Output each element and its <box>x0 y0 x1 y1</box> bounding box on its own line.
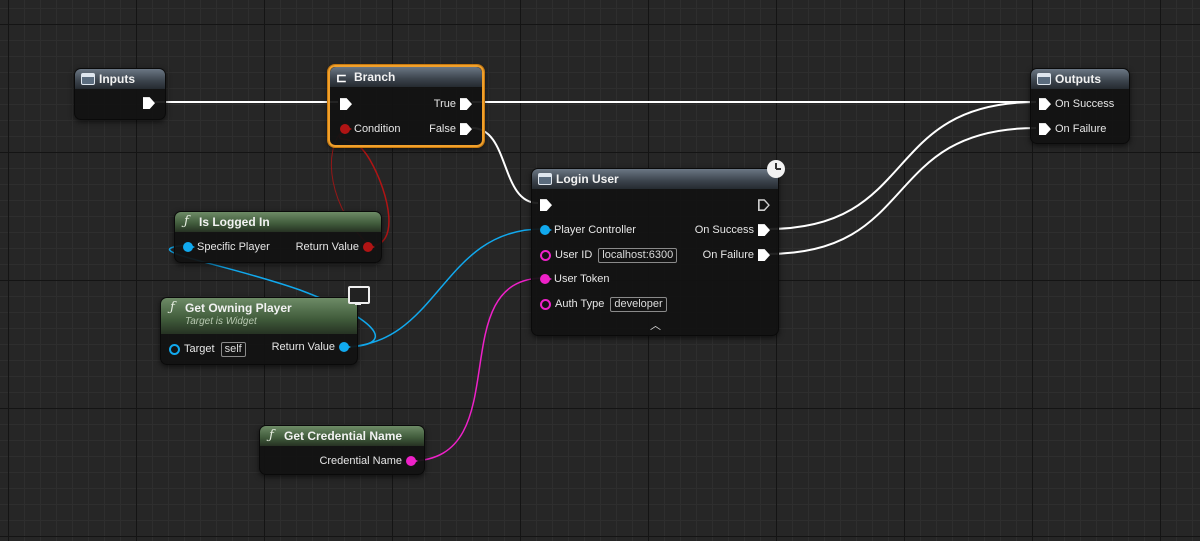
branch-false-row: False <box>425 121 472 137</box>
get-owning-player-return-label: Return Value <box>271 341 335 354</box>
login-success-row: On Success <box>691 222 770 238</box>
login-exec-in-row <box>540 197 552 213</box>
login-user-node-header[interactable]: Login User <box>532 169 778 189</box>
exec-in-pin[interactable] <box>340 98 352 111</box>
specific-player-label: Specific Player <box>197 241 270 254</box>
return-bool-pin[interactable] <box>363 242 375 253</box>
user-id-pin[interactable] <box>540 249 551 261</box>
condition-pin[interactable] <box>340 124 352 135</box>
outputs-failure-label: On Failure <box>1055 123 1107 136</box>
inputs-node-title: Inputs <box>99 72 135 86</box>
function-icon: ƒ <box>269 428 274 443</box>
branch-node[interactable]: ⊏ Branch True Condition False <box>328 65 484 147</box>
inputs-node-header[interactable]: Inputs <box>75 69 165 89</box>
outputs-success-label: On Success <box>1055 98 1115 111</box>
get-owning-player-node-header[interactable]: ƒ Get Owning Player Target is Widget <box>161 298 357 334</box>
return-object-pin[interactable] <box>339 342 351 353</box>
wire-login-failure-to-outputs-failure[interactable] <box>767 127 1037 255</box>
login-exec-out-row <box>758 197 770 213</box>
function-icon: ƒ <box>184 214 189 229</box>
login-user-node-title: Login User <box>556 172 619 186</box>
user-token-pin[interactable] <box>540 274 552 285</box>
user-id-label: User ID <box>555 249 593 262</box>
target-pin[interactable] <box>169 343 180 355</box>
branch-true-label: True <box>433 98 456 111</box>
login-success-label: On Success <box>694 224 754 237</box>
inputs-exec-out-pin-row <box>143 95 155 111</box>
branch-icon: ⊏ <box>336 70 347 85</box>
get-credential-name-node-header[interactable]: ƒ Get Credential Name <box>260 426 424 446</box>
get-credential-name-node-title: Get Credential Name <box>284 429 403 443</box>
node-exit-icon <box>1037 73 1051 85</box>
get-owning-player-return-row: Return Value <box>268 339 351 355</box>
credential-name-row: Credential Name <box>315 453 418 469</box>
is-logged-in-node-header[interactable]: ƒ Is Logged In <box>175 212 381 232</box>
outputs-node[interactable]: Outputs On Success On Failure <box>1030 68 1130 144</box>
exec-then-pin[interactable] <box>758 199 770 211</box>
is-logged-in-node-title: Is Logged In <box>199 215 270 229</box>
get-credential-name-node[interactable]: ƒ Get Credential Name Credential Name <box>259 425 425 475</box>
get-owning-player-node[interactable]: ƒ Get Owning Player Target is Widget Tar… <box>160 297 358 365</box>
exec-failure-in-pin[interactable] <box>1039 123 1051 136</box>
branch-true-row: True <box>430 96 472 112</box>
credential-name-label: Credential Name <box>319 455 402 468</box>
exec-false-pin[interactable] <box>460 123 472 136</box>
specific-player-pin[interactable] <box>183 242 195 253</box>
outputs-success-row: On Success <box>1039 96 1118 112</box>
auth-type-label: Auth Type <box>555 298 605 311</box>
login-user-node[interactable]: Login User Player Controller On Success … <box>531 168 779 336</box>
target-value: self <box>220 341 246 357</box>
inputs-node[interactable]: Inputs <box>74 68 166 120</box>
get-owning-player-node-title: Get Owning Player <box>185 301 292 315</box>
wire-login-success-to-outputs-success[interactable] <box>767 101 1037 230</box>
user-token-label: User Token <box>554 273 610 286</box>
exec-in-pin[interactable] <box>540 199 552 212</box>
function-node-icon <box>538 173 552 185</box>
is-logged-in-return-label: Return Value <box>295 241 359 254</box>
player-controller-label: Player Controller <box>554 224 636 237</box>
login-user-id-row: User ID localhost:6300 <box>540 247 678 263</box>
login-auth-type-row: Auth Type developer <box>540 296 667 312</box>
login-player-controller-row: Player Controller <box>540 222 640 238</box>
outputs-node-title: Outputs <box>1055 72 1101 86</box>
user-id-input[interactable]: localhost:6300 <box>598 247 678 263</box>
outputs-node-header[interactable]: Outputs <box>1031 69 1129 89</box>
chevron-up-icon[interactable]: ︿ <box>650 317 661 333</box>
is-logged-in-node[interactable]: ƒ Is Logged In Specific Player Return Va… <box>174 211 382 263</box>
exec-true-pin[interactable] <box>460 98 472 111</box>
get-owning-player-target-row: Target self <box>169 341 246 357</box>
credential-name-pin[interactable] <box>406 456 418 467</box>
auth-type-input[interactable]: developer <box>610 296 667 312</box>
is-logged-in-return-row: Return Value <box>292 239 375 255</box>
branch-condition-row: Condition <box>340 121 404 137</box>
exec-out-pin[interactable] <box>143 97 155 110</box>
function-icon: ƒ <box>170 300 175 315</box>
login-failure-row: On Failure <box>699 247 770 263</box>
auth-type-pin[interactable] <box>540 298 551 310</box>
login-user-token-row: User Token <box>540 271 613 287</box>
exec-failure-out-pin[interactable] <box>758 249 770 262</box>
branch-node-header[interactable]: ⊏ Branch <box>330 67 482 87</box>
outputs-failure-row: On Failure <box>1039 121 1110 137</box>
exec-success-out-pin[interactable] <box>758 224 770 237</box>
target-label: Target <box>184 343 215 356</box>
node-entry-icon <box>81 73 95 85</box>
monitor-icon <box>348 286 370 305</box>
exec-success-in-pin[interactable] <box>1039 98 1051 111</box>
wire-credential-to-usertoken[interactable] <box>409 277 545 462</box>
player-controller-pin[interactable] <box>540 225 552 236</box>
branch-node-title: Branch <box>354 70 396 84</box>
branch-exec-in-row <box>340 96 352 112</box>
latent-clock-icon <box>767 160 785 178</box>
get-owning-player-subtitle: Target is Widget <box>185 316 257 327</box>
branch-condition-label: Condition <box>354 123 401 136</box>
branch-false-label: False <box>429 123 456 136</box>
login-failure-label: On Failure <box>702 249 754 262</box>
is-logged-in-specific-player-row: Specific Player <box>183 239 274 255</box>
